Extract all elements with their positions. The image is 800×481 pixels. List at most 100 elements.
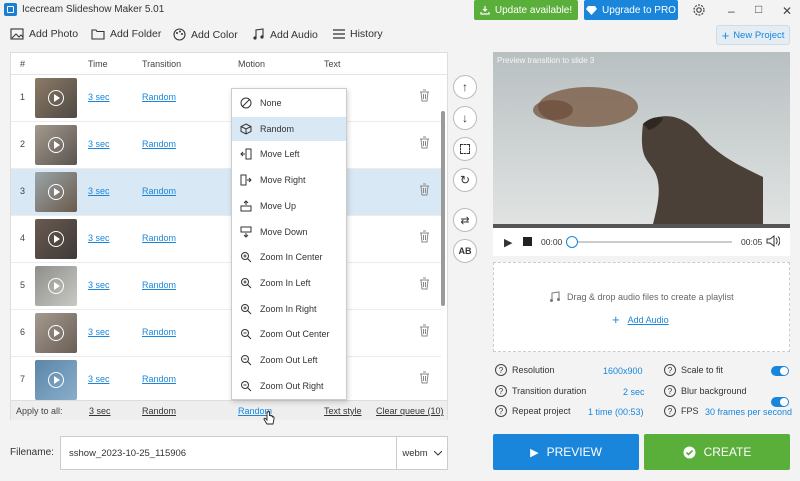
resolution-value[interactable]: 1600x900	[603, 366, 643, 376]
apply-all-time[interactable]: 3 sec	[89, 406, 111, 416]
help-icon[interactable]: ?	[495, 405, 507, 417]
slide-thumbnail[interactable]	[35, 313, 77, 353]
scale-toggle[interactable]	[771, 366, 789, 376]
preview-title: Preview transition to slide 3	[497, 56, 595, 65]
add-photo-button[interactable]: Add Photo	[10, 28, 78, 40]
menu-item-move-right[interactable]: Move Right	[232, 168, 346, 192]
slide-thumbnail[interactable]	[35, 78, 77, 118]
menu-item-random[interactable]: Random	[232, 116, 346, 141]
row-time-link[interactable]: 3 sec	[88, 186, 110, 196]
move-up-button[interactable]: ↑	[453, 75, 477, 99]
fps-value[interactable]: 30 frames per second	[705, 407, 792, 417]
create-button[interactable]: CREATE	[644, 434, 790, 470]
shuffle-button[interactable]: ⇄	[453, 208, 477, 232]
minimize-icon[interactable]: –	[728, 4, 735, 18]
blur-toggle[interactable]	[771, 397, 789, 407]
trash-icon[interactable]	[419, 89, 430, 102]
table-row[interactable]: 1 3 sec Random	[11, 75, 441, 122]
close-icon[interactable]: ✕	[782, 4, 792, 18]
row-time-link[interactable]: 3 sec	[88, 327, 110, 337]
crop-button[interactable]	[453, 137, 477, 161]
header-text: Text	[324, 59, 341, 69]
help-icon[interactable]: ?	[495, 364, 507, 376]
row-transition-link[interactable]: Random	[142, 233, 176, 243]
slide-thumbnail[interactable]	[35, 125, 77, 165]
slide-thumbnail[interactable]	[35, 360, 77, 400]
preview-button[interactable]: ▶ PREVIEW	[493, 434, 639, 470]
move-down-button[interactable]: ↓	[453, 106, 477, 130]
menu-item-move-down[interactable]: Move Down	[232, 220, 346, 244]
menu-item-zoom-in-right[interactable]: Zoom In Right	[232, 297, 346, 321]
menu-item-zoom-out-left[interactable]: Zoom Out Left	[232, 348, 346, 372]
menu-item-none[interactable]: None	[232, 91, 346, 115]
seek-bar[interactable]	[566, 236, 732, 248]
settings-gear-icon[interactable]	[692, 3, 706, 17]
help-icon[interactable]: ?	[664, 385, 676, 397]
menu-item-move-up[interactable]: Move Up	[232, 194, 346, 218]
row-time-link[interactable]: 3 sec	[88, 233, 110, 243]
menu-item-move-left[interactable]: Move Left	[232, 142, 346, 166]
stop-icon[interactable]	[523, 237, 532, 246]
text-style-link[interactable]: Text style	[324, 406, 362, 416]
volume-icon[interactable]	[766, 235, 780, 247]
format-select[interactable]: webm	[396, 436, 448, 470]
help-icon[interactable]: ?	[495, 385, 507, 397]
table-row[interactable]: 5 3 sec Random	[11, 263, 441, 310]
seek-handle[interactable]	[566, 236, 578, 248]
rotate-button[interactable]: ↻	[453, 168, 477, 192]
apply-all-transition[interactable]: Random	[142, 406, 176, 416]
table-row[interactable]: 3 3 sec Random	[11, 169, 441, 216]
upgrade-pro-button[interactable]: Upgrade to PRO	[584, 0, 678, 20]
trash-icon[interactable]	[419, 324, 430, 337]
audio-drop-area[interactable]: Drag & drop audio files to create a play…	[493, 262, 790, 352]
table-row[interactable]: 6 3 sec Random	[11, 310, 441, 357]
trash-icon[interactable]	[419, 371, 430, 384]
help-icon[interactable]: ?	[664, 405, 676, 417]
trash-icon[interactable]	[419, 183, 430, 196]
maximize-icon[interactable]: □	[755, 2, 762, 16]
play-icon[interactable]: ▶	[504, 236, 512, 249]
trash-icon[interactable]	[419, 277, 430, 290]
transition-duration-value[interactable]: 2 sec	[623, 387, 645, 397]
row-transition-link[interactable]: Random	[142, 186, 176, 196]
add-audio-button[interactable]: Add Audio	[252, 28, 318, 41]
help-icon[interactable]: ?	[664, 364, 676, 376]
header-num: #	[20, 59, 26, 69]
menu-item-label: Zoom In Left	[260, 277, 311, 288]
zoom-in-icon	[239, 302, 253, 316]
trash-icon[interactable]	[419, 136, 430, 149]
menu-item-zoom-out-right[interactable]: Zoom Out Right	[232, 374, 346, 398]
row-transition-link[interactable]: Random	[142, 139, 176, 149]
row-time-link[interactable]: 3 sec	[88, 374, 110, 384]
menu-item-label: Zoom Out Right	[260, 380, 324, 391]
menu-item-zoom-out-center[interactable]: Zoom Out Center	[232, 322, 346, 346]
menu-item-zoom-in-center[interactable]: Zoom In Center	[232, 245, 346, 269]
row-time-link[interactable]: 3 sec	[88, 139, 110, 149]
text-ab-button[interactable]: AB	[453, 239, 477, 263]
row-transition-link[interactable]: Random	[142, 327, 176, 337]
slide-thumbnail[interactable]	[35, 219, 77, 259]
update-button[interactable]: Update available!	[474, 0, 578, 20]
row-transition-link[interactable]: Random	[142, 92, 176, 102]
add-audio-link[interactable]: + Add Audio	[612, 312, 669, 327]
row-transition-link[interactable]: Random	[142, 280, 176, 290]
row-time-link[interactable]: 3 sec	[88, 280, 110, 290]
menu-item-zoom-in-left[interactable]: Zoom In Left	[232, 271, 346, 295]
trash-icon[interactable]	[419, 230, 430, 243]
table-row[interactable]: 7 3 sec Random	[11, 357, 441, 404]
row-time-link[interactable]: 3 sec	[88, 92, 110, 102]
add-color-button[interactable]: Add Color	[173, 28, 238, 41]
table-row[interactable]: 4 3 sec Random	[11, 216, 441, 263]
slide-thumbnail[interactable]	[35, 266, 77, 306]
add-folder-button[interactable]: Add Folder	[91, 28, 161, 40]
new-project-button[interactable]: + New Project	[716, 25, 790, 45]
check-circle-icon	[683, 446, 696, 458]
table-scrollbar[interactable]	[441, 111, 445, 306]
row-transition-link[interactable]: Random	[142, 374, 176, 384]
repeat-value[interactable]: 1 time (00:53)	[588, 407, 644, 417]
history-button[interactable]: History	[333, 28, 383, 40]
clear-queue-link[interactable]: Clear queue (10)	[376, 406, 444, 416]
filename-input[interactable]: sshow_2023-10-25_115906	[60, 436, 397, 470]
slide-thumbnail[interactable]	[35, 172, 77, 212]
table-row[interactable]: 2 3 sec Random	[11, 122, 441, 169]
